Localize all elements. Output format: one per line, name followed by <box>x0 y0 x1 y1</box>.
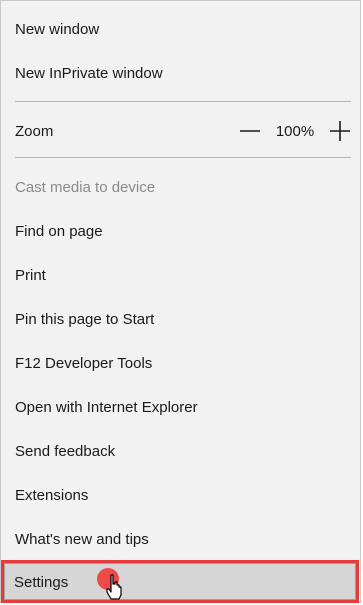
menu-item-label: F12 Developer Tools <box>15 354 153 372</box>
menu-separator <box>15 157 351 158</box>
menu-item-label: Extensions <box>15 486 89 504</box>
zoom-level: 100% <box>275 122 315 140</box>
menu-item-label: Cast media to device <box>15 178 156 196</box>
menu-item-label: Find on page <box>15 222 103 240</box>
menu-item-label: New InPrivate window <box>15 64 163 82</box>
menu-separator <box>15 101 351 102</box>
menu-item-send-feedback[interactable]: Send feedback <box>1 429 362 473</box>
menu-item-find-on-page[interactable]: Find on page <box>1 209 362 253</box>
menu-item-settings[interactable]: Settings <box>0 560 361 604</box>
plus-icon <box>330 121 350 141</box>
more-actions-menu: New window New InPrivate window Zoom 100… <box>0 0 361 603</box>
menu-item-developer-tools[interactable]: F12 Developer Tools <box>1 341 362 385</box>
menu-item-extensions[interactable]: Extensions <box>1 473 362 517</box>
menu-item-open-with-ie[interactable]: Open with Internet Explorer <box>1 385 362 429</box>
zoom-out-button[interactable] <box>230 109 270 153</box>
menu-item-label: Send feedback <box>15 442 116 460</box>
menu-item-new-window[interactable]: New window <box>1 7 362 51</box>
menu-item-label: New window <box>15 20 100 38</box>
zoom-controls: 100% <box>230 109 362 153</box>
zoom-in-button[interactable] <box>320 109 360 153</box>
menu-item-label: Print <box>15 266 46 284</box>
menu-item-cast-media: Cast media to device <box>1 165 362 209</box>
menu-item-new-inprivate-window[interactable]: New InPrivate window <box>1 51 362 95</box>
menu-item-zoom: Zoom 100% <box>1 109 362 153</box>
hand-cursor-icon <box>106 574 122 600</box>
menu-item-pin-to-start[interactable]: Pin this page to Start <box>1 297 362 341</box>
menu-item-whats-new[interactable]: What's new and tips <box>1 517 362 561</box>
menu-item-label: Pin this page to Start <box>15 310 155 328</box>
menu-item-label: What's new and tips <box>15 530 149 548</box>
zoom-label: Zoom <box>15 122 54 140</box>
menu-item-print[interactable]: Print <box>1 253 362 297</box>
minus-icon <box>240 130 260 132</box>
menu-item-label: Open with Internet Explorer <box>15 398 198 416</box>
menu-item-label: Settings <box>14 573 69 591</box>
